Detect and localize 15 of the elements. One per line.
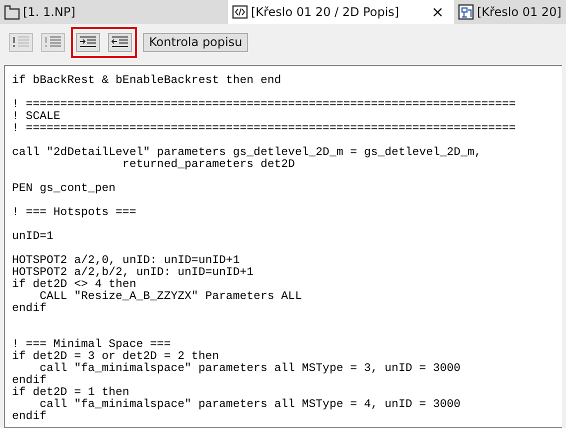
- object-icon: [458, 4, 474, 20]
- list-icon: [12, 36, 30, 48]
- indent-button[interactable]: [76, 32, 100, 52]
- close-button[interactable]: ×: [425, 3, 450, 21]
- outdent-button[interactable]: [108, 32, 132, 52]
- outdent-icon: [111, 36, 129, 48]
- check-button[interactable]: Kontrola popisu: [143, 32, 248, 52]
- list-icon: [44, 36, 62, 48]
- tab[interactable]: [1. 1.NP]: [0, 0, 228, 24]
- floor-plan-icon: [4, 4, 20, 20]
- code-text: if bBackRest & bEnableBackrest then end ! ======================================================================= ! SCALE ! ======================================================================= call "2dDetailLevel" parameters gs_detlevel_2D_m = gs_detlevel_2D_m, returned_parameters det2D PEN gs_cont_pen ! === Hotspots === unID=1 HOTSPOT2 a/2,0, unID: unID=unID+1 HOTSPOT2 a/2,b/2, unID: unID=unID+1 if det2D <> 4 then CALL "Resize_A_B_ZZYZX" Parameters ALL endif ! === Minimal Space === if det2D = 3 or det2D = 2 then call "fa_minimalspace" parameters all MSType = 3, unID = 3000 endif if det2D = 1 then call "fa_minimalspace" parameters all MSType = 4, unID = 3000 endif: [12, 75, 516, 423]
- code-icon: [232, 4, 248, 20]
- tab[interactable]: [Křeslo 01 20]: [454, 0, 566, 24]
- indent-icon: [79, 36, 97, 48]
- tab[interactable]: [Křeslo 01 20 / 2D Popis] ×: [228, 0, 454, 24]
